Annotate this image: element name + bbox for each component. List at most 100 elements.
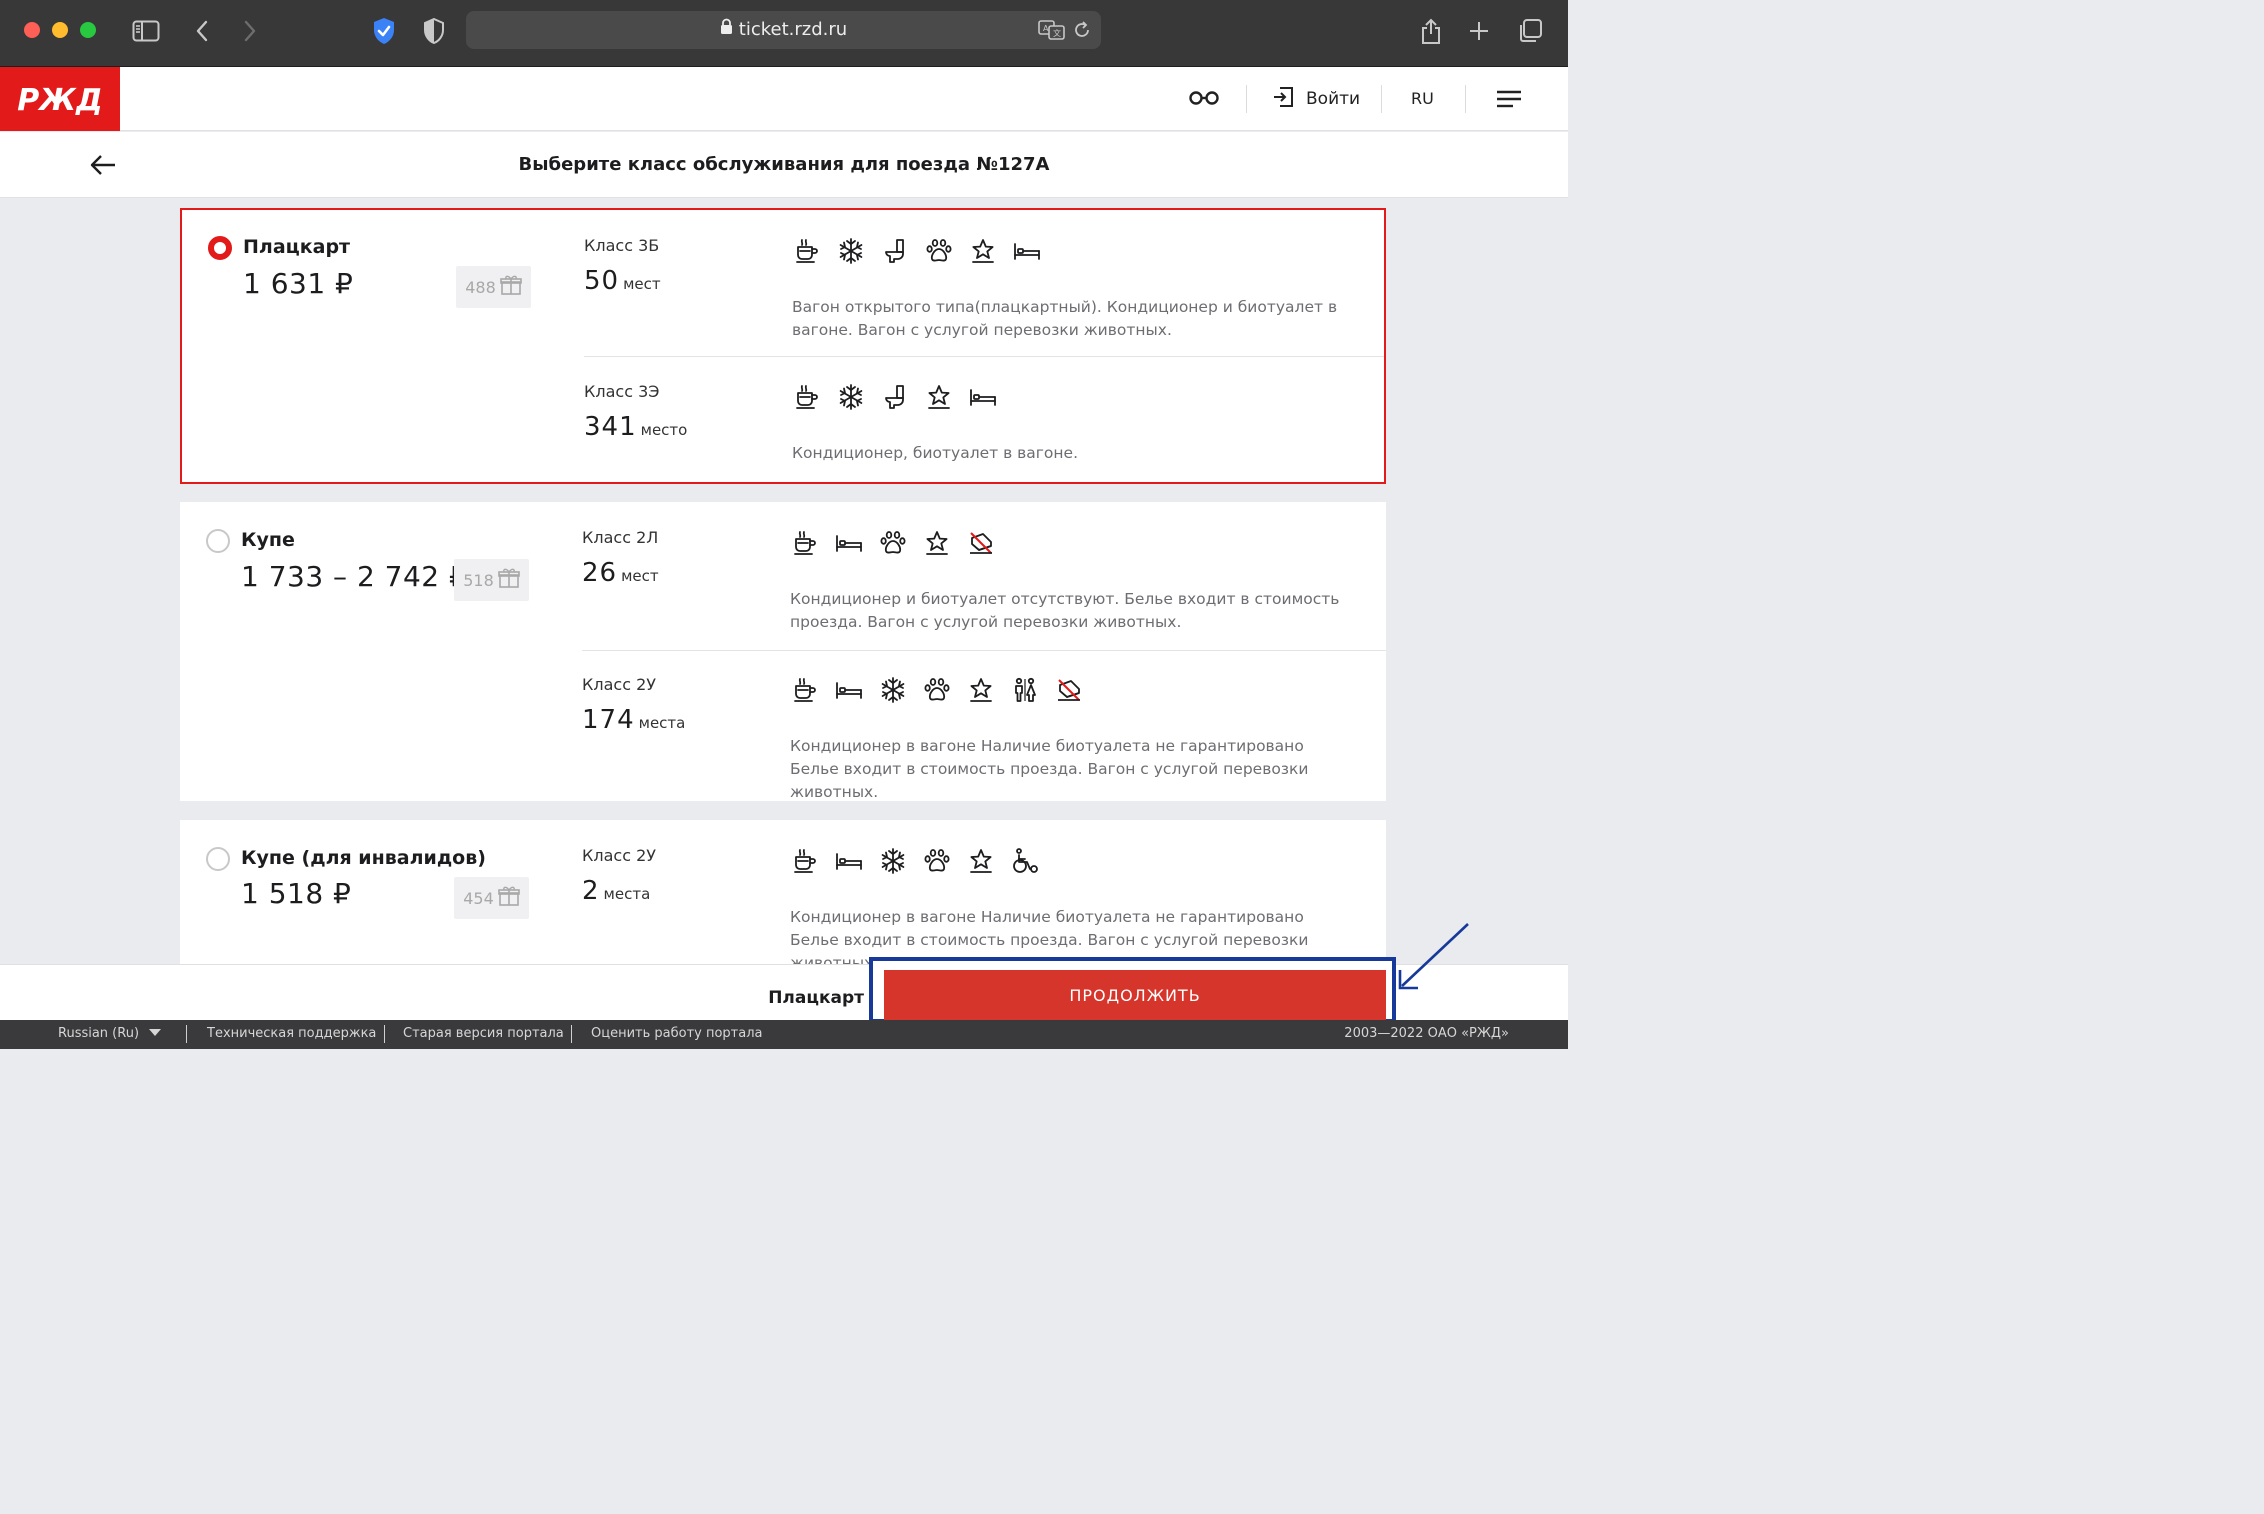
food-icon	[792, 382, 822, 412]
snowflake-icon	[878, 675, 908, 705]
rzd-logo[interactable]: РЖД	[0, 67, 120, 131]
amenity-icons	[790, 528, 996, 558]
service-class-card-kupe-disabled[interactable]: Купе (для инвалидов) 1 518 ₽ 454 Класс 2…	[180, 820, 1386, 965]
privacy-shield-icon[interactable]	[421, 14, 447, 48]
bed-icon	[834, 846, 864, 876]
no-linen-icon	[966, 528, 996, 558]
class-radio[interactable]	[206, 847, 230, 871]
subclass-name: Класс 3Э	[584, 382, 660, 401]
seat-count-unit: места	[603, 885, 651, 903]
gift-icon	[497, 568, 520, 592]
page-title-bar: Выберите класс обслуживания для поезда №…	[0, 132, 1568, 198]
share-icon[interactable]	[1418, 14, 1444, 48]
paw-icon	[922, 846, 952, 876]
login-icon	[1272, 86, 1294, 113]
service-class-card-kupe[interactable]: Купе 1 733 – 2 742 ₽ 518 Класс 2Л 26 мест…	[180, 502, 1386, 801]
seat-count-number: 174	[582, 705, 635, 735]
zoom-window-button[interactable]	[80, 22, 96, 38]
class-price: 1 518 ₽	[241, 877, 352, 910]
menu-icon[interactable]	[1497, 90, 1521, 112]
seat-count-number: 2	[582, 876, 600, 906]
seat-count-unit: мест	[621, 567, 659, 585]
bonus-points-value: 488	[465, 277, 496, 297]
mixed-gender-icon	[1010, 675, 1040, 705]
translate-icon[interactable]: A文	[1038, 19, 1066, 45]
bed-icon	[834, 528, 864, 558]
seat-count-number: 50	[584, 266, 620, 296]
subclass-divider	[584, 356, 1384, 357]
subclass-name: Класс 2У	[582, 846, 656, 865]
subclass-row[interactable]: Класс 3Э 341 место Кондиционер, биотуалет…	[584, 382, 1384, 472]
snowflake-icon	[836, 382, 866, 412]
tab-overview-icon[interactable]	[1516, 14, 1544, 48]
logo-text: РЖД	[17, 83, 102, 117]
sidebar-toggle-icon[interactable]	[130, 14, 162, 48]
header-divider	[1465, 85, 1466, 113]
subclass-row[interactable]: Класс 2У 174 места Кондиционер в вагоне Н…	[582, 675, 1386, 801]
forward-nav-icon[interactable]	[238, 14, 262, 48]
star-icon	[968, 236, 998, 266]
accessibility-glasses-icon[interactable]	[1188, 87, 1220, 113]
class-price: 1 733 – 2 742 ₽	[241, 560, 468, 593]
class-name: Купе (для инвалидов)	[241, 847, 486, 869]
url-display: ticket.rzd.ru	[466, 11, 1101, 49]
login-label: Войти	[1306, 89, 1361, 109]
subclass-row[interactable]: Класс 3Б 50 мест Вагон открытого типа(пла…	[584, 236, 1384, 356]
address-bar[interactable]: ticket.rzd.ru A文	[466, 11, 1101, 49]
footer-link-rate-portal[interactable]: Оценить работу портала	[591, 1020, 763, 1047]
site-header: РЖД Войти RU	[0, 67, 1568, 131]
seat-count-unit: места	[638, 714, 686, 732]
gift-icon	[499, 275, 522, 299]
footer-divider	[384, 1025, 385, 1043]
subclass-row[interactable]: Класс 2У 2 места Кондиционер в вагоне Нал…	[582, 846, 1386, 965]
bed-icon	[834, 675, 864, 705]
continue-button[interactable]: ПРОДОЛЖИТЬ	[884, 970, 1386, 1021]
minimize-window-button[interactable]	[52, 22, 68, 38]
subclass-description: Кондиционер, биотуалет в вагоне.	[792, 444, 1079, 462]
bottom-action-bar: Плацкарт ПРОДОЛЖИТЬ	[0, 957, 1568, 1023]
subclass-name: Класс 2У	[582, 675, 656, 694]
service-class-card-platskart[interactable]: Плацкарт 1 631 ₽ 488 Класс 3Б 50 мест Ваг…	[180, 208, 1386, 484]
bonus-points-value: 454	[463, 888, 494, 908]
bonus-points-badge: 454	[454, 877, 529, 919]
subclass-name: Класс 3Б	[584, 236, 660, 255]
shield-check-icon[interactable]	[370, 14, 398, 48]
reload-icon[interactable]	[1073, 21, 1091, 43]
svg-text:A: A	[1043, 24, 1049, 33]
seat-count-number: 26	[582, 558, 618, 588]
seat-count: 26 мест	[582, 558, 659, 588]
toilet-icon	[880, 382, 910, 412]
footer-bar: Russian (Ru) Техническая поддержка Стара…	[0, 1020, 1568, 1049]
subclass-row[interactable]: Класс 2Л 26 мест Кондиционер и биотуалет …	[582, 528, 1386, 650]
snowflake-icon	[878, 846, 908, 876]
footer-language-select[interactable]: Russian (Ru)	[58, 1020, 162, 1047]
seat-count: 341 место	[584, 412, 687, 442]
footer-link-support[interactable]: Техническая поддержка	[207, 1020, 376, 1047]
new-tab-icon[interactable]	[1466, 14, 1492, 48]
lock-icon	[720, 11, 733, 49]
paw-icon	[922, 675, 952, 705]
bed-icon	[968, 382, 998, 412]
close-window-button[interactable]	[24, 22, 40, 38]
subclass-description: Вагон открытого типа(плацкартный). Конди…	[792, 298, 1338, 339]
bed-icon	[1012, 236, 1042, 266]
amenity-icons	[792, 382, 998, 412]
amenity-icons	[790, 846, 1040, 876]
wheelchair-icon	[1010, 846, 1040, 876]
star-icon	[924, 382, 954, 412]
subclass-name: Класс 2Л	[582, 528, 659, 547]
subclass-divider	[582, 650, 1386, 651]
class-name: Плацкарт	[243, 236, 351, 258]
class-radio-selected[interactable]	[208, 236, 232, 260]
bonus-points-badge: 488	[456, 266, 531, 308]
footer-link-old-portal[interactable]: Старая версия портала	[403, 1020, 564, 1047]
back-nav-icon[interactable]	[190, 14, 214, 48]
language-switch[interactable]: RU	[1411, 67, 1434, 131]
food-icon	[790, 528, 820, 558]
seat-count: 174 места	[582, 705, 685, 735]
page-title: Выберите класс обслуживания для поезда №…	[518, 154, 1050, 175]
login-button[interactable]: Войти	[1272, 67, 1360, 131]
gift-icon	[497, 886, 520, 910]
toilet-icon	[880, 236, 910, 266]
class-radio[interactable]	[206, 529, 230, 553]
